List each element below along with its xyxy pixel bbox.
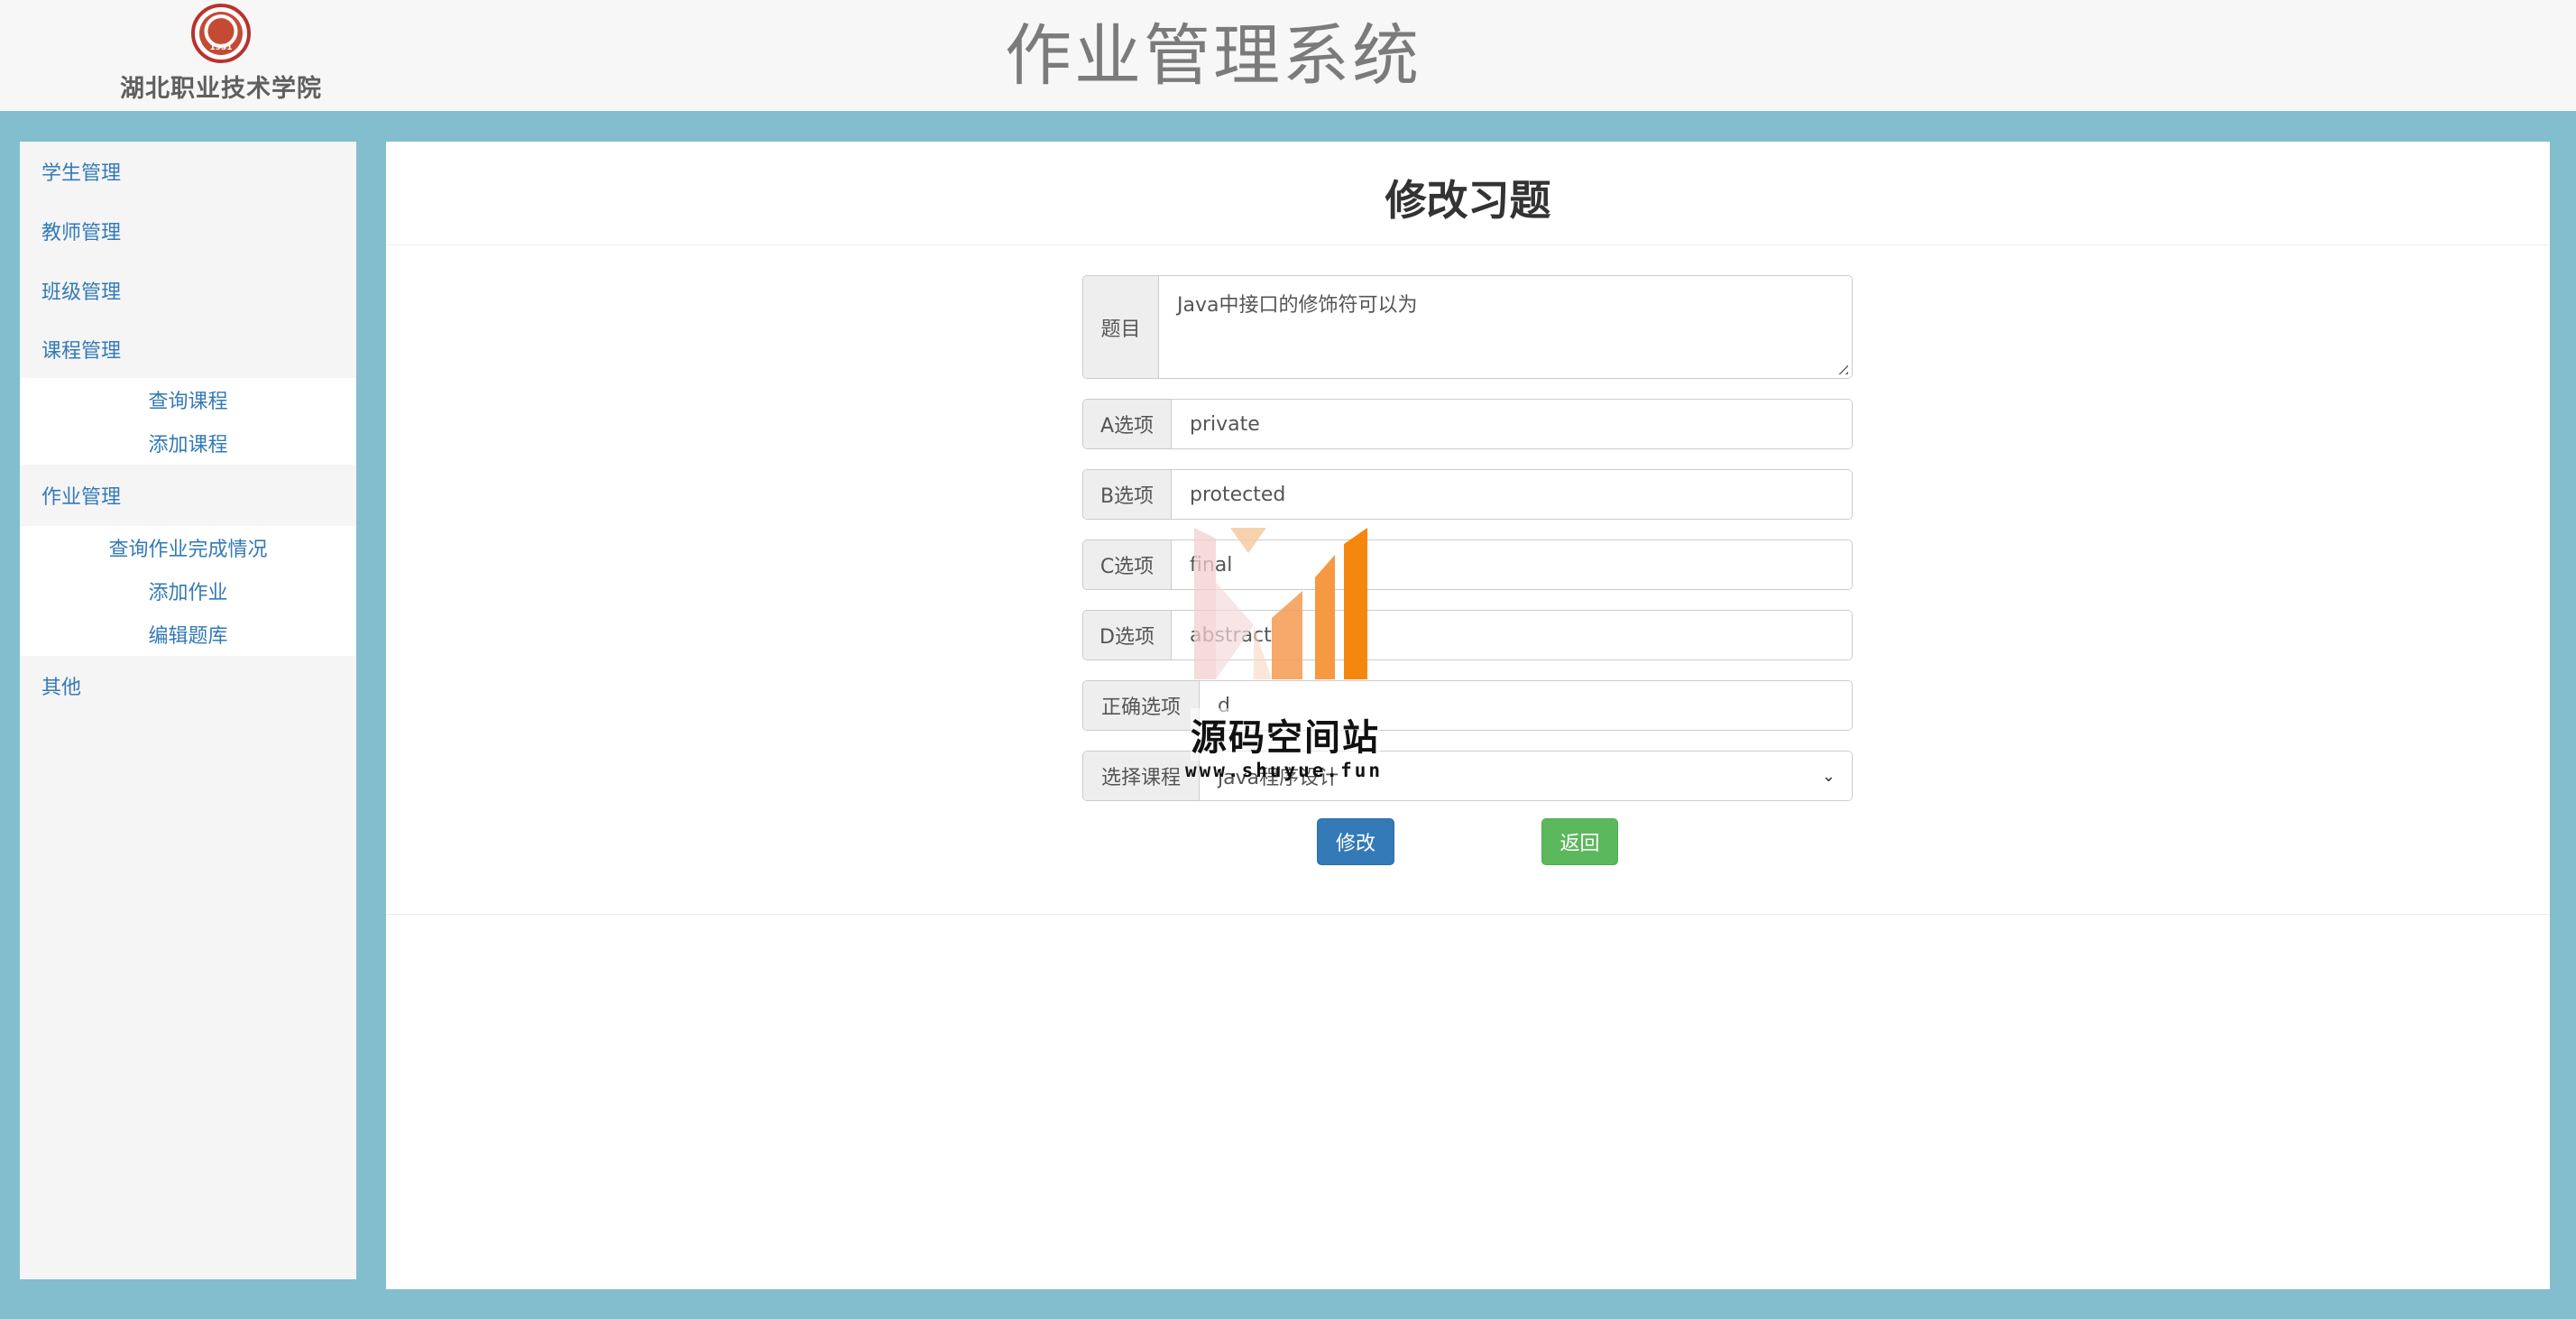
edit-button[interactable]: 修改 bbox=[1317, 818, 1394, 865]
course-selected-value: java程序设计 bbox=[1218, 767, 1339, 789]
course-select[interactable]: java程序设计 ⌄ bbox=[1200, 752, 1852, 800]
submenu-item-add-homework[interactable]: 添加作业 bbox=[20, 569, 356, 613]
question-row: 题目 Java中接口的修饰符可以为 bbox=[1082, 275, 1853, 379]
question-text: Java中接口的修饰符可以为 bbox=[1177, 294, 1418, 317]
sidebar: 学生管理 教师管理 班级管理 课程管理 查询课程 添加课程 作业管理 查询作业完… bbox=[20, 142, 356, 1279]
chevron-down-icon: ⌄ bbox=[1821, 766, 1835, 786]
school-seal-icon: 1931 bbox=[191, 4, 251, 63]
submenu-item-query-course[interactable]: 查询课程 bbox=[20, 378, 356, 421]
sidebar-item-other[interactable]: 其他 bbox=[20, 656, 356, 715]
answer-label: 正确选项 bbox=[1083, 681, 1200, 730]
course-submenu: 查询课程 添加课程 bbox=[20, 378, 356, 465]
resize-grip-icon[interactable] bbox=[1834, 360, 1848, 374]
submenu-item-edit-question-bank[interactable]: 编辑题库 bbox=[20, 613, 356, 656]
option-b-label: B选项 bbox=[1083, 470, 1172, 519]
homework-submenu: 查询作业完成情况 添加作业 编辑题库 bbox=[20, 526, 356, 656]
option-b-input[interactable]: protected bbox=[1172, 470, 1852, 519]
back-button[interactable]: 返回 bbox=[1541, 818, 1618, 865]
question-textarea[interactable]: Java中接口的修饰符可以为 bbox=[1159, 276, 1852, 378]
main-panel: 修改习题 题目 Java中接口的修饰符可以为 A选项 private B选项 p… bbox=[386, 142, 2550, 1289]
edit-question-form: 题目 Java中接口的修饰符可以为 A选项 private B选项 protec… bbox=[1082, 275, 1853, 801]
sidebar-item-student-management[interactable]: 学生管理 bbox=[20, 142, 356, 201]
sidebar-item-course-management[interactable]: 课程管理 bbox=[20, 320, 356, 378]
option-c-label: C选项 bbox=[1083, 540, 1172, 589]
course-label: 选择课程 bbox=[1083, 752, 1200, 800]
page-title: 修改习题 bbox=[386, 142, 2550, 245]
option-c-input[interactable]: final bbox=[1172, 540, 1852, 589]
school-logo: 1931 湖北职业技术学院 bbox=[108, 4, 334, 104]
sidebar-item-class-management[interactable]: 班级管理 bbox=[20, 261, 356, 320]
course-row: 选择课程 java程序设计 ⌄ bbox=[1082, 751, 1853, 801]
panel-footer-divider bbox=[386, 914, 2550, 915]
system-title: 作业管理系统 bbox=[1005, 17, 1421, 95]
submenu-item-add-course[interactable]: 添加课程 bbox=[20, 421, 356, 465]
option-a-input[interactable]: private bbox=[1172, 400, 1852, 448]
page-header: 1931 湖北职业技术学院 作业管理系统 bbox=[0, 0, 2576, 111]
question-label: 题目 bbox=[1083, 276, 1159, 378]
option-c-row: C选项 final bbox=[1082, 540, 1853, 590]
answer-row: 正确选项 d bbox=[1082, 680, 1853, 731]
option-a-label: A选项 bbox=[1083, 400, 1172, 448]
option-d-row: D选项 abstract bbox=[1082, 610, 1853, 660]
submenu-item-query-homework-completion[interactable]: 查询作业完成情况 bbox=[20, 526, 356, 569]
option-d-label: D选项 bbox=[1083, 611, 1172, 660]
option-a-row: A选项 private bbox=[1082, 399, 1853, 449]
sidebar-item-homework-management[interactable]: 作业管理 bbox=[20, 465, 356, 526]
sidebar-item-teacher-management[interactable]: 教师管理 bbox=[20, 201, 356, 261]
option-d-input[interactable]: abstract bbox=[1172, 611, 1852, 660]
answer-input[interactable]: d bbox=[1200, 681, 1852, 730]
option-b-row: B选项 protected bbox=[1082, 469, 1853, 520]
school-name: 湖北职业技术学院 bbox=[120, 75, 322, 103]
